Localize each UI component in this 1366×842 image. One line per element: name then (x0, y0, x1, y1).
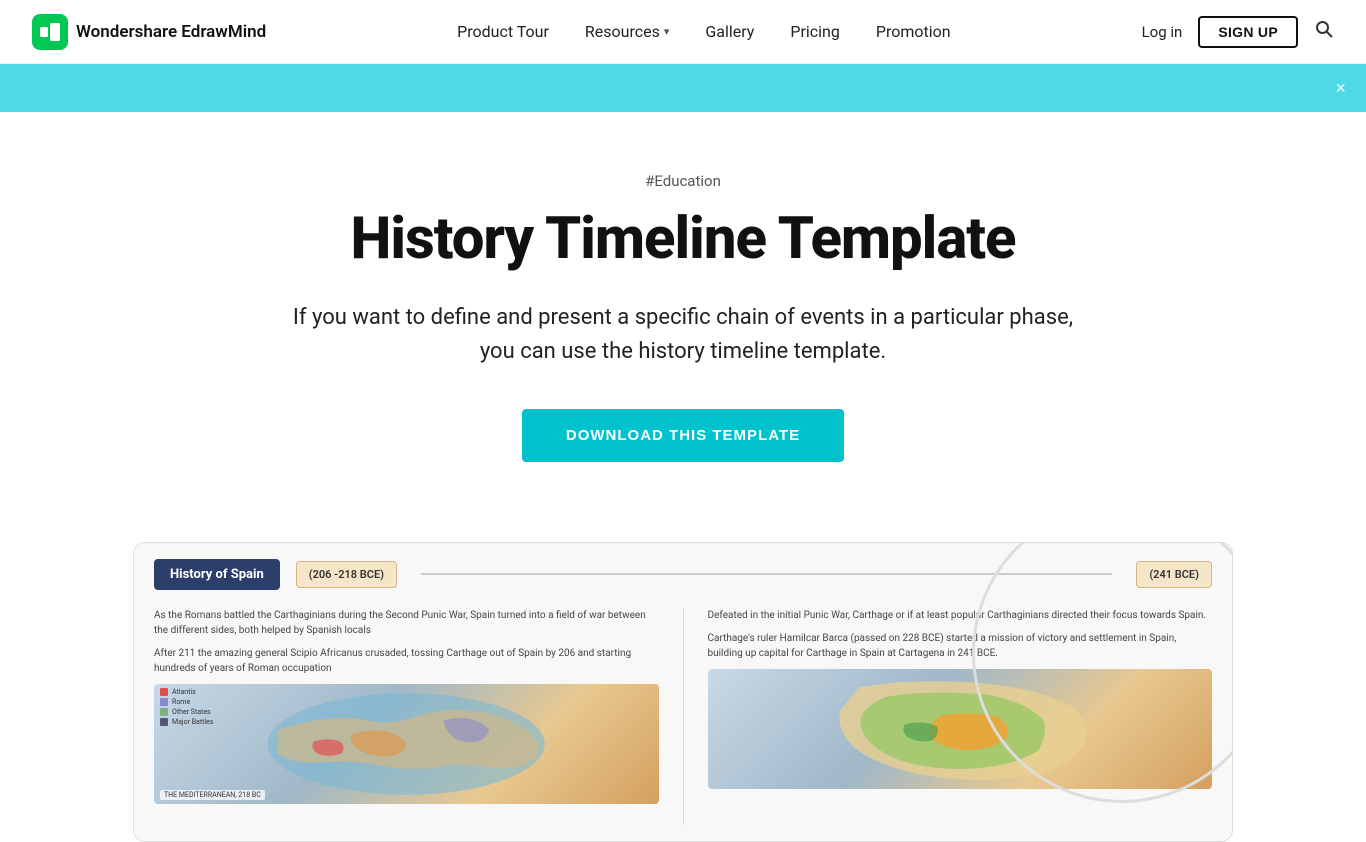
nav-pricing[interactable]: Pricing (790, 22, 840, 41)
logo[interactable]: Wondershare EdrawMind (32, 14, 266, 50)
timeline-map-left: THE MEDITERRANEAN, 218 BC Atlantis Rome (154, 684, 659, 804)
legend-rome: Rome (160, 698, 213, 706)
timeline-title: History of Spain (154, 559, 280, 590)
legend-atlantis: Atlantis (160, 688, 213, 696)
legend-battles: Major Battles (160, 718, 213, 726)
nav-resources[interactable]: Resources ▾ (585, 22, 669, 41)
timeline-text-2b: Carthage's ruler Hamilcar Barca (passed … (708, 631, 1213, 661)
header: Wondershare EdrawMind Product Tour Resou… (0, 0, 1366, 64)
nav-promotion[interactable]: Promotion (876, 22, 951, 41)
logo-icon (32, 14, 68, 50)
chevron-down-icon: ▾ (664, 25, 670, 38)
nav-gallery[interactable]: Gallery (705, 22, 754, 41)
timeline-line (421, 573, 1112, 575)
timeline-map-right (708, 669, 1213, 789)
timeline-content: As the Romans battled the Carthaginians … (154, 608, 1212, 825)
signup-button[interactable]: SIGN UP (1198, 16, 1298, 48)
timeline-divider (683, 608, 684, 825)
hero-section: #Education History Timeline Template If … (133, 112, 1233, 502)
download-template-button[interactable]: DOWNLOAD THIS TEMPLATE (522, 409, 844, 462)
map-caption-left: THE MEDITERRANEAN, 218 BC (160, 790, 265, 800)
timeline-text-2a: Defeated in the initial Punic War, Carth… (708, 608, 1213, 623)
hero-description: If you want to define and present a spec… (273, 301, 1093, 369)
main-nav: Product Tour Resources ▾ Gallery Pricing… (457, 22, 950, 41)
timeline-text-1a: As the Romans battled the Carthaginians … (154, 608, 659, 638)
timeline-preview: History of Spain (206 -218 BCE) (241 BCE… (134, 543, 1232, 841)
preview-card: History of Spain (206 -218 BCE) (241 BCE… (133, 542, 1233, 842)
nav-product-tour[interactable]: Product Tour (457, 22, 549, 41)
hero-tag: #Education (213, 172, 1153, 190)
promo-banner: × (0, 64, 1366, 112)
banner-close-button[interactable]: × (1335, 79, 1346, 97)
timeline-date-1: (206 -218 BCE) (296, 561, 397, 588)
hero-title: History Timeline Template (213, 206, 1153, 273)
legend-other: Other States (160, 708, 213, 716)
timeline-section-right: Defeated in the initial Punic War, Carth… (708, 608, 1213, 825)
search-icon (1314, 19, 1334, 39)
timeline-section-left: As the Romans battled the Carthaginians … (154, 608, 659, 825)
map-legend: Atlantis Rome Other States (160, 688, 213, 726)
timeline-text-1b: After 211 the amazing general Scipio Afr… (154, 646, 659, 676)
search-button[interactable] (1314, 19, 1334, 45)
map-visual-right (708, 669, 1213, 789)
logo-text: Wondershare EdrawMind (76, 22, 266, 42)
login-link[interactable]: Log in (1142, 23, 1183, 41)
timeline-header: History of Spain (206 -218 BCE) (241 BCE… (154, 559, 1212, 590)
preview-area: History of Spain (206 -218 BCE) (241 BCE… (93, 542, 1273, 842)
header-actions: Log in SIGN UP (1142, 16, 1334, 48)
timeline-date-2: (241 BCE) (1136, 561, 1212, 588)
map-visual-left: THE MEDITERRANEAN, 218 BC Atlantis Rome (154, 684, 659, 804)
